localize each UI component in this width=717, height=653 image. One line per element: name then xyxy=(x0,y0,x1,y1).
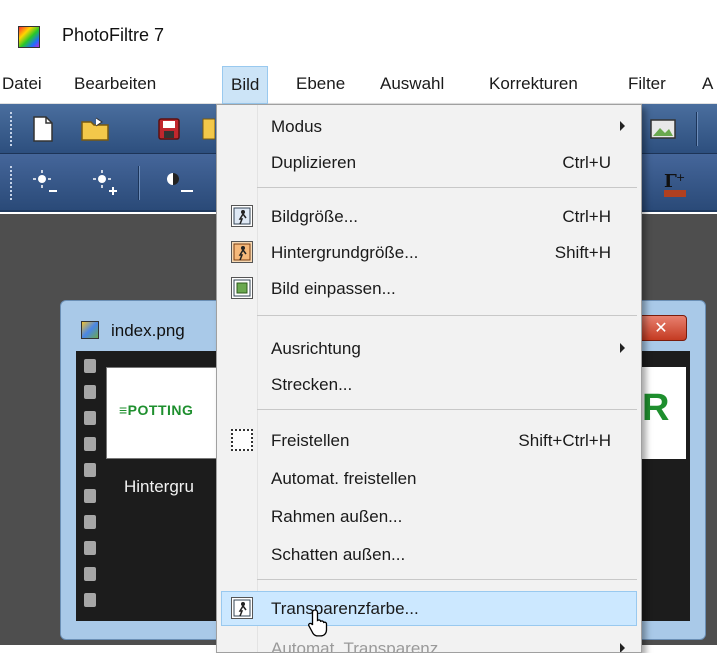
crop-icon xyxy=(231,429,253,451)
close-button[interactable]: ✕ xyxy=(635,315,687,341)
menu-item-hintergrundgroesse[interactable]: Hintergrundgröße... Shift+H xyxy=(221,235,637,270)
canvas-size-icon xyxy=(231,241,253,263)
menu-more[interactable]: A xyxy=(702,74,713,94)
menu-separator xyxy=(257,579,637,580)
menu-item-label: Schatten außen... xyxy=(271,545,406,564)
menu-item-label: Transparenzfarbe... xyxy=(271,599,419,618)
film-hole xyxy=(84,541,96,555)
menu-item-label: Freistellen xyxy=(271,431,350,450)
film-hole xyxy=(84,463,96,477)
transparency-color-icon xyxy=(231,597,253,619)
image-preview: R xyxy=(636,367,686,459)
menu-item-shortcut: Ctrl+U xyxy=(562,153,611,172)
menu-item-label: Modus xyxy=(271,117,323,136)
film-hole xyxy=(84,489,96,503)
save-icon[interactable] xyxy=(154,114,184,144)
image-size-icon xyxy=(231,205,253,227)
menu-bearbeiten[interactable]: Bearbeiten xyxy=(74,74,156,94)
menu-item-label: Bildgröße... xyxy=(271,207,358,226)
menu-item-bildgroesse[interactable]: Bildgröße... Ctrl+H xyxy=(221,199,637,234)
menu-item-bild-einpassen[interactable]: Bild einpassen... xyxy=(221,271,637,306)
menu-item-rahmen-aussen[interactable]: Rahmen außen... xyxy=(221,499,637,534)
submenu-arrow-icon xyxy=(620,121,625,131)
logo-text: ≡POTTING xyxy=(119,402,194,418)
menu-separator xyxy=(257,315,637,316)
logo-letter: R xyxy=(642,387,670,429)
menu-item-label: Automat. freistellen xyxy=(271,469,417,488)
menu-item-schatten-aussen[interactable]: Schatten außen... xyxy=(221,537,637,572)
film-hole xyxy=(84,385,96,399)
menu-item-duplizieren[interactable]: Duplizieren Ctrl+U xyxy=(221,145,637,180)
menu-datei[interactable]: Datei xyxy=(2,74,42,94)
fit-image-icon xyxy=(231,277,253,299)
menu-item-automat-freistellen[interactable]: Automat. freistellen xyxy=(221,461,637,496)
brightness-plus-icon[interactable] xyxy=(90,168,120,198)
menu-item-ausrichtung[interactable]: Ausrichtung xyxy=(221,331,637,366)
menu-item-label: Rahmen außen... xyxy=(271,507,403,526)
menu-item-strecken[interactable]: Strecken... xyxy=(221,367,637,402)
menu-item-label: Bild einpassen... xyxy=(271,279,396,298)
menu-ebene[interactable]: Ebene xyxy=(296,74,345,94)
toolbar-separator xyxy=(138,166,140,200)
image-window-title: index.png xyxy=(111,321,185,340)
svg-text:+: + xyxy=(676,171,685,184)
toolbar-separator xyxy=(696,112,698,146)
toolbar-grip[interactable] xyxy=(10,112,13,146)
layer-name: Hintergru xyxy=(124,477,194,496)
film-hole xyxy=(84,359,96,373)
menu-bild[interactable]: Bild xyxy=(222,66,269,104)
menu-item-shortcut: Shift+H xyxy=(554,243,611,262)
print-icon[interactable] xyxy=(200,114,216,144)
menu-item-modus[interactable]: Modus xyxy=(221,109,637,144)
bild-dropdown-menu: Modus Duplizieren Ctrl+U Bildgröße... Ct… xyxy=(216,104,642,653)
open-folder-icon[interactable] xyxy=(76,112,116,146)
menu-item-label: Ausrichtung xyxy=(271,339,361,358)
contrast-minus-icon[interactable] xyxy=(160,168,200,198)
menu-item-shortcut: Shift+Ctrl+H xyxy=(518,431,611,450)
film-hole xyxy=(84,567,96,581)
toolbar-grip[interactable] xyxy=(10,166,13,200)
app-icon xyxy=(18,26,40,48)
image-file-icon xyxy=(81,321,99,339)
menu-item-transparenzfarbe[interactable]: Transparenzfarbe... xyxy=(221,591,637,626)
menu-korrekturen[interactable]: Korrekturen xyxy=(489,74,578,94)
image-view-icon[interactable] xyxy=(646,114,680,144)
menu-item-shortcut: Ctrl+H xyxy=(562,207,611,226)
film-hole xyxy=(84,593,96,607)
menu-separator xyxy=(257,409,637,410)
menu-separator xyxy=(257,187,637,188)
brightness-minus-icon[interactable] xyxy=(30,168,60,198)
menu-item-freistellen[interactable]: Freistellen Shift+Ctrl+H xyxy=(221,423,637,458)
app-title: PhotoFiltre 7 xyxy=(62,25,165,45)
title-bar: PhotoFiltre 7 xyxy=(0,0,717,66)
mouse-cursor-icon xyxy=(308,608,330,643)
submenu-arrow-icon xyxy=(620,343,625,353)
menu-item-label: Duplizieren xyxy=(271,153,357,172)
submenu-arrow-icon xyxy=(620,643,625,652)
menu-item-label: Automat. Transparenz xyxy=(271,639,439,653)
menu-auswahl[interactable]: Auswahl xyxy=(380,74,444,94)
menu-item-label: Strecken... xyxy=(271,375,353,394)
menu-item-label: Hintergrundgröße... xyxy=(271,243,419,262)
menu-item-automat-transparenz[interactable]: Automat. Transparenz xyxy=(221,631,637,653)
film-hole xyxy=(84,437,96,451)
new-file-icon[interactable] xyxy=(26,112,60,146)
film-hole xyxy=(84,411,96,425)
menu-bar: Datei Bearbeiten Bild Ebene Auswahl Korr… xyxy=(0,66,717,104)
menu-filter[interactable]: Filter xyxy=(628,74,666,94)
film-hole xyxy=(84,515,96,529)
auto-levels-icon[interactable]: Γ + xyxy=(660,168,690,200)
